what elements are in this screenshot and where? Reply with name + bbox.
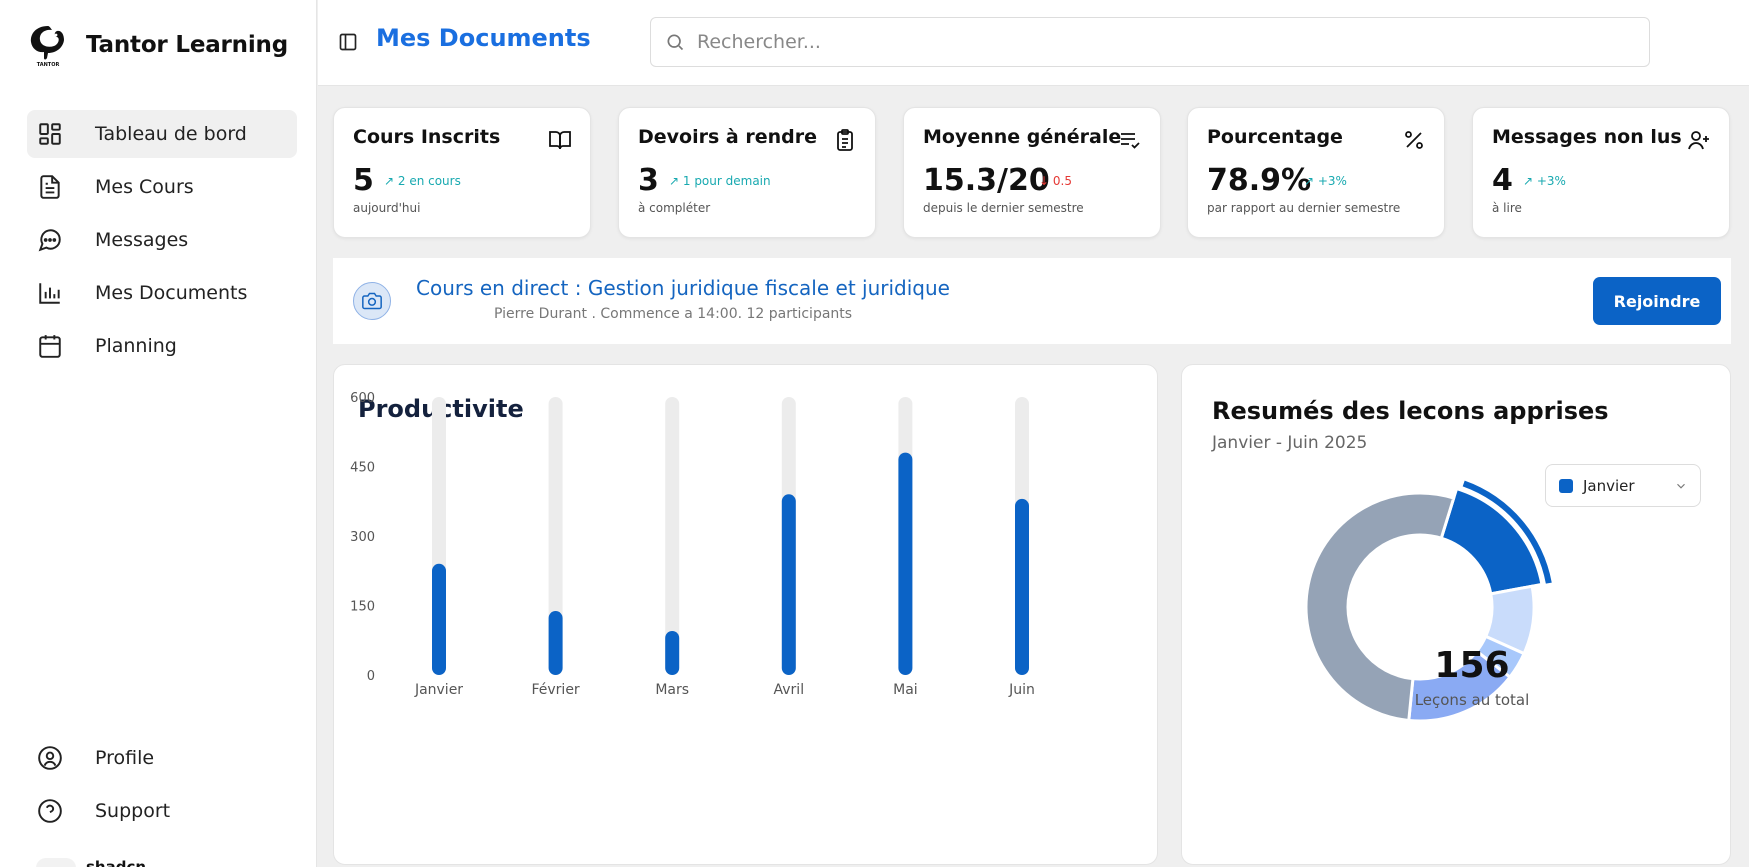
card-value: 15.3/20 bbox=[923, 163, 1050, 198]
live-course-title[interactable]: Cours en direct : Gestion juridique fisc… bbox=[416, 276, 950, 300]
user-circle-icon bbox=[38, 746, 62, 770]
card-subtitle: par rapport au dernier semestre bbox=[1207, 201, 1401, 215]
sidebar-item-label: Planning bbox=[95, 335, 177, 357]
calendar-icon bbox=[39, 335, 61, 358]
x-tick-label: Avril bbox=[774, 682, 805, 698]
book-open-icon bbox=[549, 131, 571, 150]
card-value: 5 bbox=[353, 163, 374, 198]
stat-card-messages: Messages non lus 4 ↗ +3% à lire bbox=[1472, 107, 1730, 238]
productivity-panel: Productivite 0150300450600JanvierFévrier… bbox=[333, 364, 1158, 865]
card-value: 3 bbox=[638, 163, 659, 198]
stat-card-pourcentage: Pourcentage 78.9% ↗ +3% par rapport au d… bbox=[1187, 107, 1445, 238]
y-tick-label: 300 bbox=[350, 530, 375, 545]
camera-icon bbox=[362, 292, 382, 310]
user-name: shadcn bbox=[86, 858, 147, 867]
card-title: Pourcentage bbox=[1207, 126, 1343, 148]
dashboard-icon bbox=[39, 123, 61, 145]
bar-février[interactable] bbox=[548, 611, 563, 675]
join-button[interactable]: Rejoindre bbox=[1593, 277, 1721, 325]
sidebar-item-tableau-de-bord[interactable]: Tableau de bord bbox=[27, 110, 297, 158]
card-subtitle: depuis le dernier semestre bbox=[923, 201, 1084, 215]
card-trend: ↗ 2 en cours bbox=[384, 174, 461, 188]
sidebar-item-label: Mes Documents bbox=[95, 282, 248, 304]
card-trend: ↓ 0.5 bbox=[1039, 174, 1072, 188]
sidebar-item-planning[interactable]: Planning bbox=[27, 322, 297, 370]
header: Mes Documents bbox=[318, 0, 1749, 86]
sidebar: TANTOR Tantor Learning Tableau de bord M… bbox=[0, 0, 317, 867]
card-value: 4 bbox=[1492, 163, 1513, 198]
sidebar-item-mes-documents[interactable]: Mes Documents bbox=[27, 269, 297, 317]
sidebar-bottom: Profile Support bbox=[27, 734, 297, 840]
sidebar-nav: Tableau de bord Mes Cours Messages Mes D… bbox=[27, 110, 297, 375]
x-tick-label: Février bbox=[531, 682, 579, 698]
y-tick-label: 0 bbox=[367, 669, 375, 684]
help-circle-icon bbox=[38, 799, 62, 823]
svg-text:TANTOR: TANTOR bbox=[37, 62, 60, 68]
sidebar-toggle-icon[interactable] bbox=[338, 32, 358, 52]
clipboard-icon bbox=[837, 129, 853, 151]
bar-avril[interactable] bbox=[781, 494, 796, 675]
brand[interactable]: TANTOR Tantor Learning bbox=[26, 22, 288, 68]
brand-name: Tantor Learning bbox=[86, 32, 288, 58]
search-icon bbox=[667, 34, 684, 51]
y-tick-label: 150 bbox=[350, 600, 375, 615]
sidebar-item-label: Messages bbox=[95, 229, 189, 251]
sidebar-item-label: Support bbox=[95, 800, 171, 822]
donut-total: 156 bbox=[1434, 645, 1510, 686]
stat-card-moyenne: Moyenne générale 15.3/20 ↓ 0.5 depuis le… bbox=[903, 107, 1161, 238]
file-text-icon bbox=[40, 175, 60, 199]
sidebar-item-support[interactable]: Support bbox=[27, 787, 297, 835]
bar-juin[interactable] bbox=[1015, 498, 1029, 675]
card-value: 78.9% bbox=[1207, 163, 1312, 198]
sidebar-item-mes-cours[interactable]: Mes Cours bbox=[27, 163, 297, 211]
user-plus-icon bbox=[1688, 131, 1709, 150]
page-title: Mes Documents bbox=[376, 24, 591, 52]
card-title: Cours Inscrits bbox=[353, 126, 501, 148]
card-subtitle: à compléter bbox=[638, 201, 711, 215]
list-check-icon bbox=[1121, 133, 1140, 149]
elephant-logo-icon: TANTOR bbox=[30, 26, 64, 68]
live-camera-badge bbox=[353, 282, 391, 320]
message-icon bbox=[38, 229, 61, 252]
live-course-subtitle: Pierre Durant . Commence a 14:00. 12 par… bbox=[494, 306, 853, 322]
bar-janvier[interactable] bbox=[432, 563, 446, 675]
y-tick-label: 450 bbox=[350, 461, 375, 476]
sidebar-item-label: Mes Cours bbox=[95, 176, 194, 198]
search-bar[interactable] bbox=[650, 17, 1650, 67]
sidebar-item-label: Tableau de bord bbox=[95, 123, 247, 145]
stat-card-cours-inscrits: Cours Inscrits 5 ↗ 2 en cours aujourd'hu… bbox=[333, 107, 591, 238]
percent-icon bbox=[1405, 131, 1423, 149]
card-subtitle: aujourd'hui bbox=[353, 201, 421, 215]
card-title: Devoirs à rendre bbox=[638, 126, 817, 148]
bar-mars[interactable] bbox=[665, 630, 680, 675]
donut-total-label: Leçons au total bbox=[1414, 691, 1530, 709]
sidebar-item-messages[interactable]: Messages bbox=[27, 216, 297, 264]
card-trend: ↗ +3% bbox=[1523, 174, 1566, 188]
y-tick-label: 600 bbox=[350, 391, 375, 406]
bar-chart-icon bbox=[39, 283, 60, 304]
stat-card-devoirs: Devoirs à rendre 3 ↗ 1 pour demain à com… bbox=[618, 107, 876, 238]
card-trend: ↗ 1 pour demain bbox=[669, 174, 771, 188]
sidebar-item-label: Profile bbox=[95, 747, 155, 769]
lessons-panel: Resumés des lecons apprises Janvier - Ju… bbox=[1181, 364, 1731, 865]
live-course-banner: Cours en direct : Gestion juridique fisc… bbox=[333, 258, 1731, 344]
card-title: Moyenne générale bbox=[923, 126, 1122, 148]
x-tick-label: Mars bbox=[655, 682, 689, 698]
card-title: Messages non lus bbox=[1492, 126, 1682, 148]
x-tick-label: Janvier bbox=[414, 682, 463, 698]
x-tick-label: Juin bbox=[1008, 682, 1035, 698]
productivity-bar-chart: 0 150 300 450 600 Janvier Février Mars Avril Mai J… bbox=[350, 391, 1035, 698]
avatar[interactable] bbox=[36, 858, 76, 867]
sidebar-item-profile[interactable]: Profile bbox=[27, 734, 297, 782]
x-tick-label: Mai bbox=[893, 682, 918, 698]
lessons-donut-chart bbox=[1304, 480, 1552, 723]
search-input[interactable] bbox=[697, 31, 1597, 53]
donut-slice-0[interactable] bbox=[1439, 486, 1544, 596]
bar-mai[interactable] bbox=[898, 452, 913, 675]
card-subtitle: à lire bbox=[1492, 201, 1522, 215]
card-trend: ↗ +3% bbox=[1304, 174, 1347, 188]
